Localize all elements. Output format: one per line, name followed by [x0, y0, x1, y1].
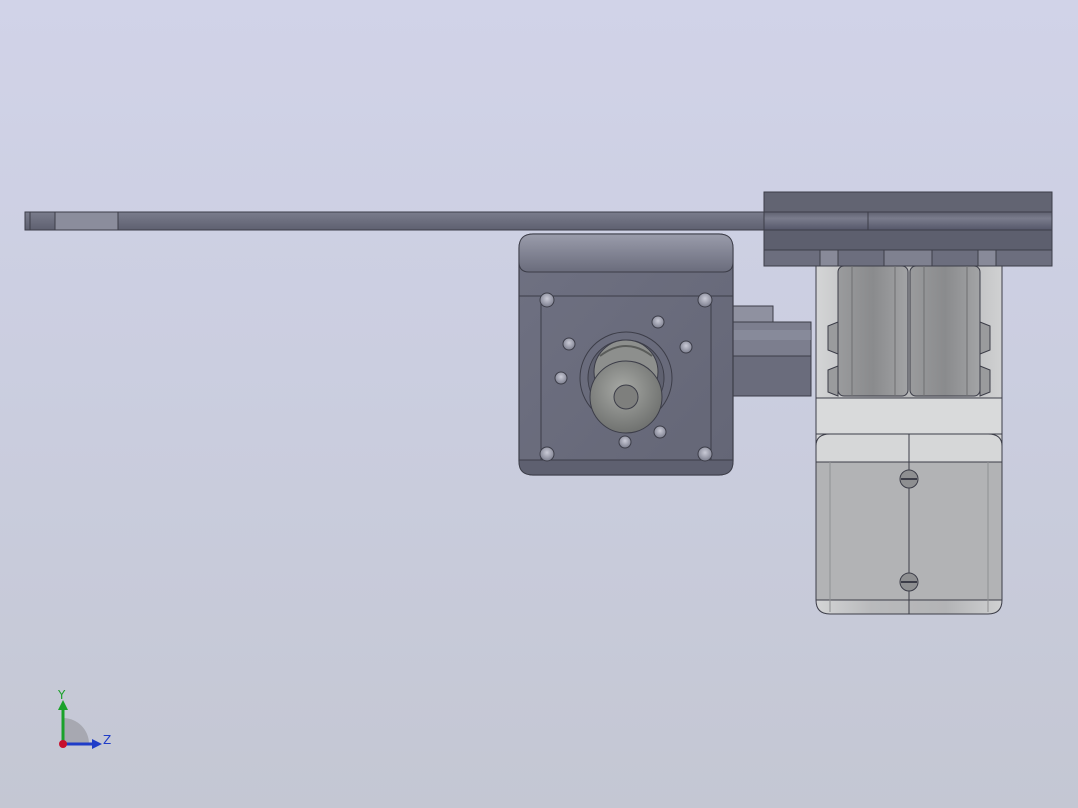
screw-upper: [899, 469, 919, 489]
screw-lower: [899, 572, 919, 592]
cad-model-canvas[interactable]: Y Z: [0, 0, 1078, 808]
top-flange-disc[interactable]: [763, 191, 1053, 267]
stepper-motor[interactable]: [518, 233, 734, 476]
graphics-viewport[interactable]: Y Z: [0, 0, 1078, 808]
triad-z-label: Z: [103, 733, 111, 747]
gearbox-body[interactable]: [815, 265, 1003, 615]
flat-arm-plate[interactable]: [24, 211, 871, 231]
motor-connector-block[interactable]: [732, 305, 812, 397]
triad-y-label: Y: [57, 688, 66, 702]
coordinate-triad: Y Z: [57, 688, 111, 749]
